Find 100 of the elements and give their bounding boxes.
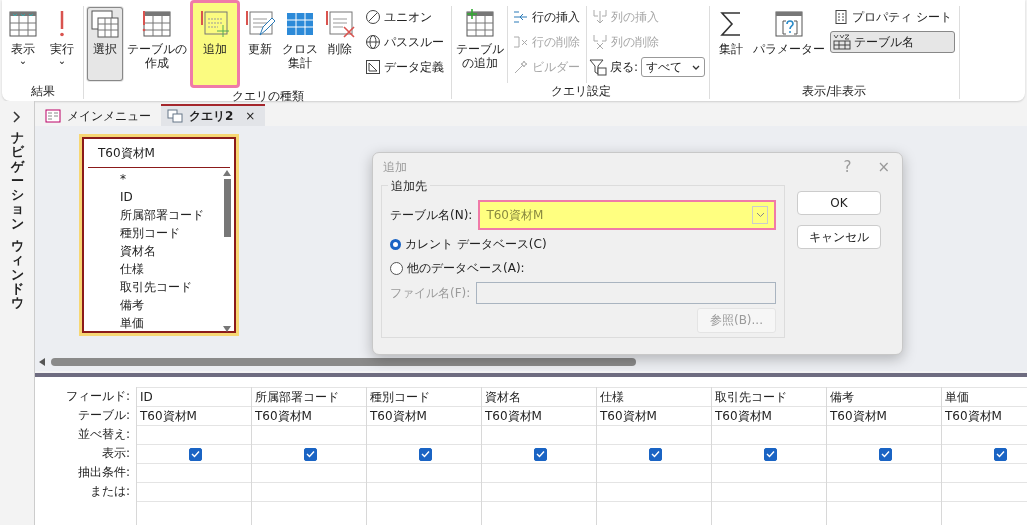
- ribbon-button[interactable]: 表示 ⌄: [4, 6, 42, 82]
- dialog-button[interactable]: キャンセル: [797, 225, 881, 249]
- radio-button[interactable]: 他のデータベース(A):: [390, 258, 776, 278]
- parameter-icon: [773, 9, 806, 39]
- table-cell[interactable]: 備考: [827, 387, 941, 406]
- field-name[interactable]: 単価: [120, 314, 222, 332]
- ribbon-button[interactable]: データ定義: [362, 56, 447, 78]
- field-label: テーブル名(N):: [390, 206, 473, 224]
- property-sheet-icon: [833, 9, 850, 25]
- table-icon: [141, 9, 173, 39]
- table-cell[interactable]: 資材名: [482, 387, 596, 406]
- field-name[interactable]: 資材名: [120, 242, 222, 260]
- table-cell[interactable]: T60資材M: [827, 406, 941, 425]
- radio-circle[interactable]: [390, 261, 403, 275]
- file-name-field[interactable]: [476, 282, 776, 304]
- ribbon-button[interactable]: 行の挿入: [510, 6, 583, 28]
- field-name[interactable]: 仕様: [120, 260, 222, 278]
- delete-row-icon: [513, 34, 529, 50]
- table-cell[interactable]: T60資材M: [252, 406, 366, 425]
- group-label: 追加先: [388, 178, 430, 195]
- ribbon-button[interactable]: パラメーター: [751, 6, 828, 82]
- row-label: または:: [88, 483, 131, 500]
- globe-icon: [365, 34, 381, 50]
- table-cell[interactable]: 仕様: [597, 387, 711, 406]
- table-cell[interactable]: 取引先コード: [712, 387, 826, 406]
- ruler-icon: [365, 59, 381, 75]
- ribbon-button[interactable]: パススルー: [362, 31, 447, 53]
- delete-table-icon: [324, 9, 356, 39]
- document-tab[interactable]: クエリ2 ×: [161, 104, 266, 126]
- insert-row-icon: [513, 9, 529, 25]
- table-cell[interactable]: T60資材M: [482, 406, 596, 425]
- return-dropdown[interactable]: すべて: [641, 57, 706, 77]
- dialog-button[interactable]: OK: [797, 191, 881, 215]
- table-cell[interactable]: ID: [137, 387, 251, 406]
- table-icon: [7, 9, 39, 39]
- document-tab[interactable]: メインメニュー: [39, 104, 161, 126]
- checkbox[interactable]: [419, 447, 432, 461]
- wand-icon: [513, 59, 529, 75]
- query-icon: [167, 109, 183, 123]
- checkbox[interactable]: [304, 447, 317, 461]
- chevron-down-icon: [692, 64, 701, 70]
- radio-button[interactable]: カレント データベース(C): [390, 234, 776, 254]
- ribbon-button[interactable]: 選択: [86, 6, 124, 82]
- table-cell[interactable]: T60資材M: [942, 406, 1027, 425]
- insert-column-icon: [592, 9, 608, 25]
- ribbon-button[interactable]: ユニオン: [362, 6, 447, 28]
- table-cell[interactable]: T60資材M: [367, 406, 481, 425]
- close-tab-button[interactable]: ×: [245, 109, 256, 123]
- field-name[interactable]: 備考: [120, 296, 222, 314]
- table-cell[interactable]: T60資材M: [712, 406, 826, 425]
- checkbox[interactable]: [534, 447, 547, 461]
- dialog-title: 追加: [383, 158, 407, 176]
- table-cell[interactable]: T60資材M: [597, 406, 711, 425]
- append-icon: [199, 9, 231, 39]
- ribbon-button[interactable]: プロパティ シート: [830, 6, 955, 28]
- field-name[interactable]: 種別コード: [120, 224, 222, 242]
- field-name[interactable]: *: [120, 170, 222, 188]
- ribbon-button[interactable]: テーブル の追加: [454, 6, 506, 82]
- group-label: クエリ設定: [549, 83, 612, 99]
- vertical-scrollbar[interactable]: [222, 170, 232, 332]
- field-name[interactable]: 取引先コード: [120, 278, 222, 296]
- ribbon-button[interactable]: 実行 ⌄: [43, 6, 81, 82]
- ribbon-button[interactable]: 削除: [321, 6, 359, 82]
- radio-circle[interactable]: [390, 238, 401, 250]
- field-label: ファイル名(F):: [390, 284, 471, 302]
- group-label: 結果: [29, 83, 56, 99]
- group-label: 表示/非表示: [801, 83, 868, 99]
- ribbon-button[interactable]: テーブル名: [830, 31, 955, 53]
- checkbox[interactable]: [764, 447, 777, 461]
- navigation-pane-label: ウィンドウ: [10, 239, 24, 311]
- table-cell[interactable]: T60資材M: [137, 406, 251, 425]
- delete-column-icon: [592, 34, 608, 50]
- ribbon-button[interactable]: クロス 集計: [280, 6, 320, 82]
- checkbox[interactable]: [879, 447, 892, 461]
- return-label: 戻る:: [610, 58, 639, 76]
- row-label: 表示:: [100, 445, 131, 462]
- field-name[interactable]: ID: [120, 188, 222, 206]
- ribbon-button[interactable]: テーブルの 作成: [125, 6, 189, 82]
- filter-icon: [589, 58, 607, 76]
- form-icon: [45, 109, 61, 123]
- exclamation-icon: [60, 11, 64, 37]
- checkbox[interactable]: [189, 447, 202, 461]
- checkbox[interactable]: [994, 447, 1007, 461]
- row-label: フィールド:: [64, 388, 131, 405]
- row-label: 並べ替え:: [76, 426, 131, 443]
- chevron-icon[interactable]: [13, 111, 21, 123]
- table-cell[interactable]: 単価: [942, 387, 1027, 406]
- ribbon-button[interactable]: 更新: [241, 6, 279, 82]
- table-cell[interactable]: 所属部署コード: [252, 387, 366, 406]
- navigation-pane-label: ナビゲーション: [10, 131, 24, 232]
- group-label: クエリの種類: [230, 88, 305, 104]
- add-table-icon: [464, 9, 496, 39]
- checkbox[interactable]: [649, 447, 662, 461]
- ribbon-button[interactable]: 集計: [712, 6, 751, 82]
- ribbon-button[interactable]: 追加: [190, 0, 240, 88]
- table-cell[interactable]: 種別コード: [367, 387, 481, 406]
- field-name[interactable]: 所属部署コード: [120, 206, 222, 224]
- row-label: 抽出条件:: [76, 464, 131, 481]
- table-name-dropdown[interactable]: T60資材M: [478, 200, 776, 230]
- table-names-icon: [833, 34, 852, 50]
